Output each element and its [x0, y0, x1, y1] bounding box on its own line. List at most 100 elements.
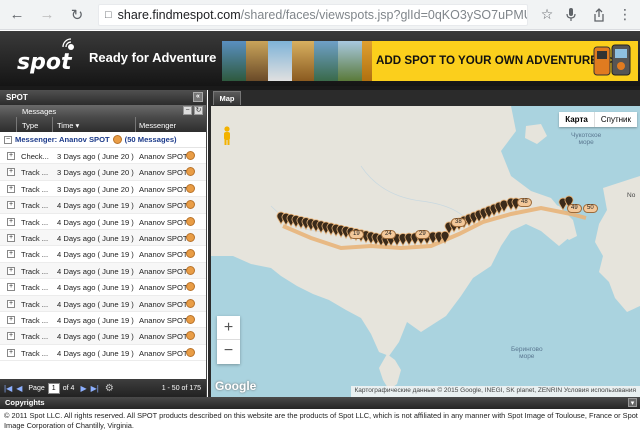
row-time: 3 Days ago ( June 20 ) — [57, 184, 134, 194]
collapse-group-icon[interactable]: − — [4, 135, 12, 144]
spot-logo[interactable]: spot — [16, 38, 82, 78]
expand-row-icon[interactable]: + — [7, 283, 15, 292]
expand-row-icon[interactable]: + — [7, 348, 15, 357]
more-menu-icon[interactable]: ⋮ — [614, 4, 636, 26]
messages-bar: Messages − ↻ — [0, 105, 206, 117]
table-row[interactable]: + Track ... 4 Days ago ( June 19 ) Ananov S… — [0, 246, 206, 263]
expand-row-icon[interactable]: + — [7, 152, 15, 160]
page-range: 1 - 50 of 175 — [161, 384, 201, 392]
expand-row-icon[interactable]: + — [7, 217, 15, 226]
google-logo[interactable]: Google — [215, 379, 256, 393]
street-view-pegman-icon[interactable] — [221, 126, 233, 146]
copyright-text: © 2011 Spot LLC. All rights reserved. Al… — [4, 411, 638, 430]
label-no: No — [627, 192, 636, 199]
map-land-island — [525, 124, 547, 144]
table-row[interactable]: + Track ... 4 Days ago ( June 19 ) Ananov S… — [0, 328, 206, 345]
map-land-kamchatka — [379, 354, 401, 390]
row-messenger: Ananov SPOT — [139, 266, 188, 276]
page-label: Page — [28, 384, 45, 392]
tab-map[interactable]: Map — [213, 91, 241, 105]
spot-marker-icon — [186, 151, 195, 160]
table-row[interactable]: + Track ... 3 Days ago ( June 20 ) Ananov S… — [0, 181, 206, 198]
row-messenger: Ananov SPOT — [139, 348, 188, 358]
table-row[interactable]: + Track ... 4 Days ago ( June 19 ) Ananov S… — [0, 197, 206, 214]
column-separator — [52, 117, 53, 132]
pin-number-label[interactable]: 19 — [349, 230, 364, 239]
back-arrow-icon[interactable]: ← — [6, 4, 28, 26]
row-messenger: Ananov SPOT — [139, 217, 188, 227]
expand-row-icon[interactable]: + — [7, 168, 15, 177]
col-time[interactable]: Time ▾ — [57, 121, 79, 130]
expand-row-icon[interactable]: + — [7, 266, 15, 275]
reload-icon[interactable]: ↻ — [66, 4, 88, 26]
table-row[interactable]: + Track ... 4 Days ago ( June 19 ) Ananov S… — [0, 345, 206, 362]
table-row[interactable]: + Check... 3 Days ago ( June 20 ) Ananov SP… — [0, 148, 206, 165]
zoom-in-button[interactable]: + — [217, 316, 240, 340]
group-name: Messenger: Ananov SPOT — [15, 135, 110, 144]
col-messenger[interactable]: Messenger — [139, 121, 176, 130]
row-type: Track ... — [21, 168, 49, 178]
map-type-satellite-button[interactable]: Спутник — [595, 112, 637, 127]
share-icon[interactable] — [588, 4, 610, 26]
zoom-out-button[interactable]: − — [217, 340, 240, 364]
row-messenger: Ananov SPOT — [139, 201, 188, 211]
page-info-icon[interactable]: □ — [105, 9, 112, 21]
row-messenger: Ananov SPOT — [139, 152, 188, 161]
col-type[interactable]: Type — [22, 121, 38, 130]
map-type-map-button[interactable]: Карта — [559, 112, 595, 127]
table-row[interactable]: + Track ... 4 Days ago ( June 19 ) Ananov S… — [0, 229, 206, 247]
collapse-copyright-button[interactable]: ▾ — [628, 398, 637, 407]
pin-number-label[interactable]: 29 — [415, 230, 430, 239]
row-time: 4 Days ago ( June 19 ) — [57, 233, 134, 243]
map-attribution[interactable]: Картографические данные © 2015 Google, I… — [350, 386, 640, 397]
pin-number-label[interactable]: 50 — [583, 204, 598, 213]
pin-number-label[interactable]: 24 — [381, 230, 396, 239]
first-page-icon[interactable]: |◀ — [4, 384, 12, 393]
spot-marker-icon — [186, 183, 195, 193]
map-view[interactable]: Чукотское море Берингово море No 19 24 29 38 4… — [211, 106, 640, 397]
expand-row-icon[interactable]: + — [7, 299, 15, 308]
last-page-icon[interactable]: ▶| — [91, 384, 99, 393]
bookmark-star-icon[interactable]: ☆ — [536, 4, 558, 26]
row-time: 4 Days ago ( June 19 ) — [57, 332, 134, 342]
refresh-icon[interactable]: ↻ — [194, 106, 203, 115]
expand-row-icon[interactable]: + — [7, 233, 15, 242]
table-row[interactable]: + Track ... 3 Days ago ( June 20 ) Ananov S… — [0, 164, 206, 181]
expand-row-icon[interactable]: + — [7, 250, 15, 259]
table-row[interactable]: + Track ... 4 Days ago ( June 19 ) Ananov S… — [0, 262, 206, 280]
expand-row-icon[interactable]: + — [7, 201, 15, 210]
table-row[interactable]: + Track ... 4 Days ago ( June 19 ) Ananov S… — [0, 312, 206, 329]
table-row[interactable]: + Track ... 4 Days ago ( June 19 ) Ananov S… — [0, 279, 206, 296]
microphone-icon[interactable] — [560, 4, 582, 26]
browser-toolbar: ← → ↻ □ share.findmespot.com/shared/face… — [0, 0, 640, 30]
pin-number-label[interactable]: 49 — [567, 204, 582, 213]
expand-row-icon[interactable]: + — [7, 315, 15, 324]
label-chukchi-sea: Чукотское море — [571, 132, 602, 146]
collapse-messages-button[interactable]: − — [183, 106, 192, 115]
spot-marker-icon — [186, 347, 195, 357]
expand-row-icon[interactable]: + — [7, 332, 15, 341]
forward-arrow-icon[interactable]: → — [36, 4, 58, 26]
refresh-gear-icon[interactable]: ⚙ — [105, 383, 114, 394]
site-header: spot Ready for Adventure ADD SPOT TO YOU… — [0, 31, 640, 86]
row-time: 4 Days ago ( June 19 ) — [57, 348, 134, 358]
prev-page-icon[interactable]: ◀ — [16, 384, 22, 393]
table-row[interactable]: + Track ... 4 Days ago ( June 19 ) Ananov S… — [0, 295, 206, 312]
row-messenger: Ananov SPOT — [139, 283, 188, 293]
pin-number-label[interactable]: 48 — [517, 198, 532, 207]
collapse-panel-button[interactable]: « — [193, 92, 203, 102]
pin-number-label[interactable]: 38 — [451, 218, 466, 227]
row-time: 4 Days ago ( June 19 ) — [57, 250, 134, 260]
promo-banner[interactable]: ADD SPOT TO YOUR OWN ADVENTURES >> — [222, 41, 638, 81]
map-panel: Map Чукотское море Берингово море No 19 24 2… — [208, 90, 640, 397]
table-row[interactable]: + Track ... 4 Days ago ( June 19 ) Ananov S… — [0, 214, 206, 230]
spot-marker-icon — [186, 314, 195, 324]
copyright-title: Copyrights — [5, 398, 45, 407]
spot-marker-icon — [186, 331, 195, 341]
address-bar[interactable]: □ share.findmespot.com/shared/faces/view… — [98, 3, 528, 26]
messenger-group-row[interactable]: − Messenger: Ananov SPOT (50 Messages) — [0, 132, 206, 148]
expand-row-icon[interactable]: + — [7, 184, 15, 193]
zoom-control: + − — [217, 316, 240, 364]
page-number-input[interactable]: 1 — [47, 382, 60, 394]
next-page-icon[interactable]: ▶ — [80, 384, 86, 393]
